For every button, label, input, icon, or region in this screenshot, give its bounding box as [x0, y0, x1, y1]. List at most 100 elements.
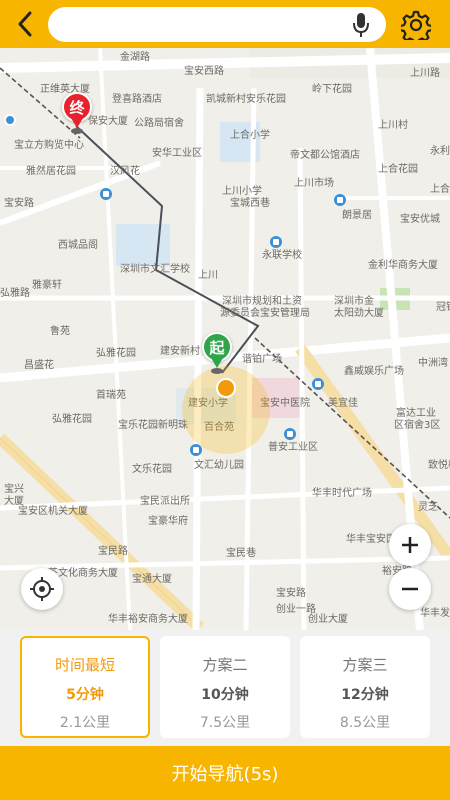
map-label: 宝豪华府: [148, 516, 188, 527]
pin-tail: [71, 118, 83, 128]
map-label: 华丰发: [420, 608, 450, 619]
search-input[interactable]: [62, 7, 332, 42]
map-label: 金利华商务大厦: [368, 260, 438, 271]
map-label: 太阳劲大厦: [334, 308, 384, 319]
map-label: 岭下花园: [312, 84, 352, 95]
map-label: 保安大厦: [88, 116, 128, 127]
map-label: 深圳市文汇学校: [120, 264, 190, 275]
map-label: 上川村: [378, 120, 408, 131]
map-label: 上川路: [410, 68, 440, 79]
map-label: 凯城新村安乐花园: [206, 94, 286, 105]
map-label: 美宜佳: [328, 398, 358, 409]
map-label: 金湖路: [120, 52, 150, 63]
map-label: 西城品阁: [58, 240, 98, 251]
gear-icon: [401, 10, 431, 40]
map-label: 宝通大厦: [132, 574, 172, 585]
location-dot: [216, 378, 236, 398]
map-label: 安华工业区: [152, 148, 202, 159]
locate-button[interactable]: [21, 568, 63, 610]
pin-base: [71, 128, 83, 134]
route-title: 方案三: [342, 656, 388, 674]
map-label: 宝立方购览中心: [14, 140, 84, 151]
route-options: 时间最短 5分钟 2.1公里 方案二 10分钟 7.5公里 方案三 12分钟 8…: [0, 630, 450, 746]
map-label: 上合花园: [378, 164, 418, 175]
map-label: 深圳市金: [334, 296, 374, 307]
map-view[interactable]: 金湖路 正维英大厦 登喜路酒店 宝安西路 上川路 岭下花园 凯城新村安乐花园 保安大厦 公路局宿…: [0, 48, 450, 630]
map-label: 致悦楼: [428, 460, 450, 471]
map-label: 冠银: [436, 302, 450, 313]
map-label: 公路局宿舍: [134, 118, 184, 129]
start-navigation-button[interactable]: 开始导航(5s): [0, 746, 450, 800]
zoom-out-button[interactable]: [389, 568, 431, 610]
zoom-in-button[interactable]: [389, 524, 431, 566]
map-label: 上川小学: [222, 186, 262, 197]
map-label: 宝民巷: [226, 548, 256, 559]
map-label: 宝安优城: [400, 214, 440, 225]
map-label: 昌盛花: [24, 360, 54, 371]
map-label: 宝兴: [4, 484, 24, 495]
map-label: 永联学校: [262, 250, 302, 261]
map-label: 雅豪轩: [32, 280, 62, 291]
map-label: 区宿舍3区: [394, 420, 441, 431]
start-navigation-label: 开始导航(5s): [171, 764, 279, 785]
map-label: 中洲湾: [418, 358, 448, 369]
map-label: 源委员会宝安管理局: [220, 308, 310, 319]
map-label: 宝安路: [276, 588, 306, 599]
route-time: 5分钟: [66, 687, 104, 703]
route-title: 时间最短: [54, 656, 115, 674]
map-label: 弘雅花园: [96, 348, 136, 359]
settings-button[interactable]: [398, 7, 434, 43]
voice-search-button[interactable]: [348, 11, 374, 39]
map-label: 富达工业: [396, 408, 436, 419]
pin-tail: [211, 358, 223, 368]
map-label: 宝城西巷: [230, 198, 270, 209]
map-label: 普安工业区: [268, 442, 318, 453]
map-label: 上川: [198, 270, 218, 281]
map-label: 文乐花园: [132, 464, 172, 475]
map-label: 宝民派出所: [140, 496, 190, 507]
map-label: 上合村: [430, 184, 450, 195]
route-distance: 7.5公里: [199, 715, 251, 731]
poi-marker[interactable]: [312, 378, 324, 390]
route-time: 10分钟: [201, 687, 249, 703]
pin-base: [211, 368, 223, 374]
map-label: 宝安路: [4, 198, 34, 209]
top-bar: [0, 0, 450, 48]
search-box: [48, 7, 386, 42]
map-label: 首瑞苑: [96, 390, 126, 401]
map-label: 深圳市规划和土资: [222, 296, 302, 307]
map-label: 文汇幼儿园: [194, 460, 244, 471]
map-label: 上川市场: [294, 178, 334, 189]
route-title: 方案二: [202, 656, 248, 674]
end-pin[interactable]: 终: [62, 92, 94, 136]
back-button[interactable]: [8, 6, 42, 42]
map-label: 汉风花: [110, 166, 140, 177]
map-label: 建安新村: [160, 346, 200, 357]
map-label: 谐铂广场: [242, 354, 282, 365]
route-distance: 8.5公里: [339, 715, 391, 731]
route-option-1[interactable]: 时间最短 5分钟 2.1公里: [20, 636, 150, 738]
map-label: 灵芝: [418, 502, 438, 513]
map-label: 登喜路酒店: [112, 94, 162, 105]
map-label: 鲁苑: [50, 326, 70, 337]
poi-marker[interactable]: [270, 236, 282, 248]
map-label: 雅然居花园: [26, 166, 76, 177]
map-label: 华丰时代广场: [312, 488, 372, 499]
chevron-left-icon: [18, 11, 32, 37]
poi-marker[interactable]: [334, 194, 346, 206]
map-label: 弘雅路: [0, 288, 30, 299]
route-distance: 2.1公里: [59, 715, 111, 731]
poi-marker[interactable]: [100, 188, 112, 200]
route-option-2[interactable]: 方案二 10分钟 7.5公里: [160, 636, 290, 738]
start-pin[interactable]: 起: [202, 332, 234, 376]
map-label: 宝安西路: [184, 66, 224, 77]
route-time: 12分钟: [341, 687, 389, 703]
map-label: 帝文都公馆酒店: [290, 150, 360, 161]
poi-marker[interactable]: [284, 428, 296, 440]
plus-icon: [402, 537, 418, 553]
map-label: 宝乐花园新明珠: [118, 420, 188, 431]
map-label: 朗景居: [342, 210, 372, 221]
route-option-3[interactable]: 方案三 12分钟 8.5公里: [300, 636, 430, 738]
map-label: 弘雅花园: [52, 414, 92, 425]
map-label: 创业大厦: [308, 614, 348, 625]
